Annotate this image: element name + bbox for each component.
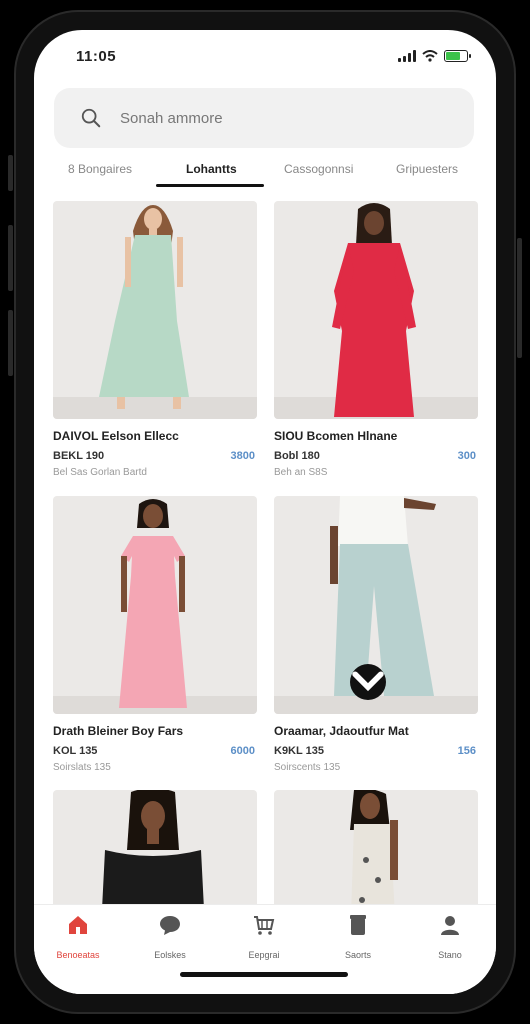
product-price: KOL 135 xyxy=(53,745,98,757)
product-image[interactable] xyxy=(53,201,257,419)
tab-4[interactable]: Gripuesters xyxy=(396,162,458,176)
product-title: SIOU Bcomen Hlnane xyxy=(274,429,398,443)
product-price: K9KL 135 xyxy=(274,745,324,757)
product-subtitle: Beh an S8S xyxy=(274,467,328,478)
dress-photo xyxy=(274,203,478,419)
home-indicator xyxy=(180,972,348,977)
nav-item-home[interactable]: Benoeatas xyxy=(38,913,118,960)
nav-label: Stano xyxy=(438,950,462,960)
bottom-nav: Benoeatas Eolskes Eepgrai Saorts Stano xyxy=(34,904,496,994)
product-image[interactable] xyxy=(274,496,478,714)
nav-label: Eepgrai xyxy=(248,950,280,960)
power-button xyxy=(517,238,522,358)
product-title: Drath Bleiner Boy Fars xyxy=(53,724,184,738)
product-card[interactable]: DAIVOL Eelson Ellecc BEKL 190 3800 Bel S… xyxy=(53,201,257,478)
volume-down-button xyxy=(8,310,13,376)
product-alt-price: 6000 xyxy=(230,745,255,757)
product-title: DAIVOL Eelson Ellecc xyxy=(53,429,179,443)
search-icon xyxy=(81,108,101,128)
nav-label: Eolskes xyxy=(154,950,186,960)
nav-label: Benoeatas xyxy=(56,950,100,960)
chevron-down-icon xyxy=(352,671,384,692)
product-card[interactable]: Drath Bleiner Boy Fars KOL 135 6000 Soir… xyxy=(53,496,257,773)
product-subtitle: Bel Sas Gorlan Bartd xyxy=(53,467,147,478)
active-tab-indicator xyxy=(156,184,264,187)
dress-photo xyxy=(53,205,257,419)
status-time: 11:05 xyxy=(76,48,117,65)
product-title: Oraamar, Jdaoutfur Mat xyxy=(274,724,409,738)
product-card[interactable]: Oraamar, Jdaoutfur Mat K9KL 135 156 Soir… xyxy=(274,496,478,773)
product-alt-price: 156 xyxy=(457,745,476,757)
search-bar[interactable]: Sonah ammore xyxy=(54,88,474,148)
signal-icon xyxy=(398,50,416,62)
product-price: BEKL 190 xyxy=(53,450,105,462)
search-placeholder: Sonah ammore xyxy=(120,109,223,127)
tab-1[interactable]: 8 Bongaires xyxy=(68,162,132,176)
nav-item-profile[interactable]: Stano xyxy=(410,913,490,960)
nav-label: Saorts xyxy=(344,950,371,960)
product-alt-price: 3800 xyxy=(230,450,255,462)
profile-icon xyxy=(441,916,459,935)
category-tabs: 8 Bongaires Lohantts Cassogonnsi Gripues… xyxy=(34,156,496,187)
nav-item-messages[interactable]: Eolskes xyxy=(130,913,210,960)
product-card[interactable]: SIOU Bcomen Hlnane Bobl 180 300 Beh an S… xyxy=(274,201,478,478)
screen: 11:05 Sonah ammore 8 Bongaires Lohantts … xyxy=(34,30,496,994)
product-subtitle: Soirslats 135 xyxy=(53,762,111,773)
product-subtitle: Soirscents 135 xyxy=(274,762,341,773)
product-image[interactable] xyxy=(53,496,257,714)
home-icon xyxy=(69,916,87,934)
tab-3[interactable]: Cassogonnsi xyxy=(284,162,353,176)
nav-item-cart[interactable]: Eepgrai xyxy=(224,913,304,960)
dress-photo xyxy=(53,499,257,714)
volume-up-button xyxy=(8,225,13,291)
quick-add-button[interactable] xyxy=(350,664,386,700)
battery-icon xyxy=(444,50,471,62)
mute-switch xyxy=(8,155,13,191)
nav-item-bag[interactable]: Saorts xyxy=(318,913,398,960)
bag-icon xyxy=(350,915,366,935)
status-bar: 11:05 xyxy=(34,30,496,80)
cart-icon xyxy=(254,916,275,935)
product-alt-price: 300 xyxy=(457,450,476,462)
wifi-icon xyxy=(422,50,438,62)
product-price: Bobl 180 xyxy=(274,450,320,462)
product-image[interactable] xyxy=(274,201,478,419)
status-icons xyxy=(398,50,471,62)
chat-bubble-icon xyxy=(160,916,180,935)
battery-level xyxy=(446,52,460,60)
tab-2[interactable]: Lohantts xyxy=(186,162,237,176)
